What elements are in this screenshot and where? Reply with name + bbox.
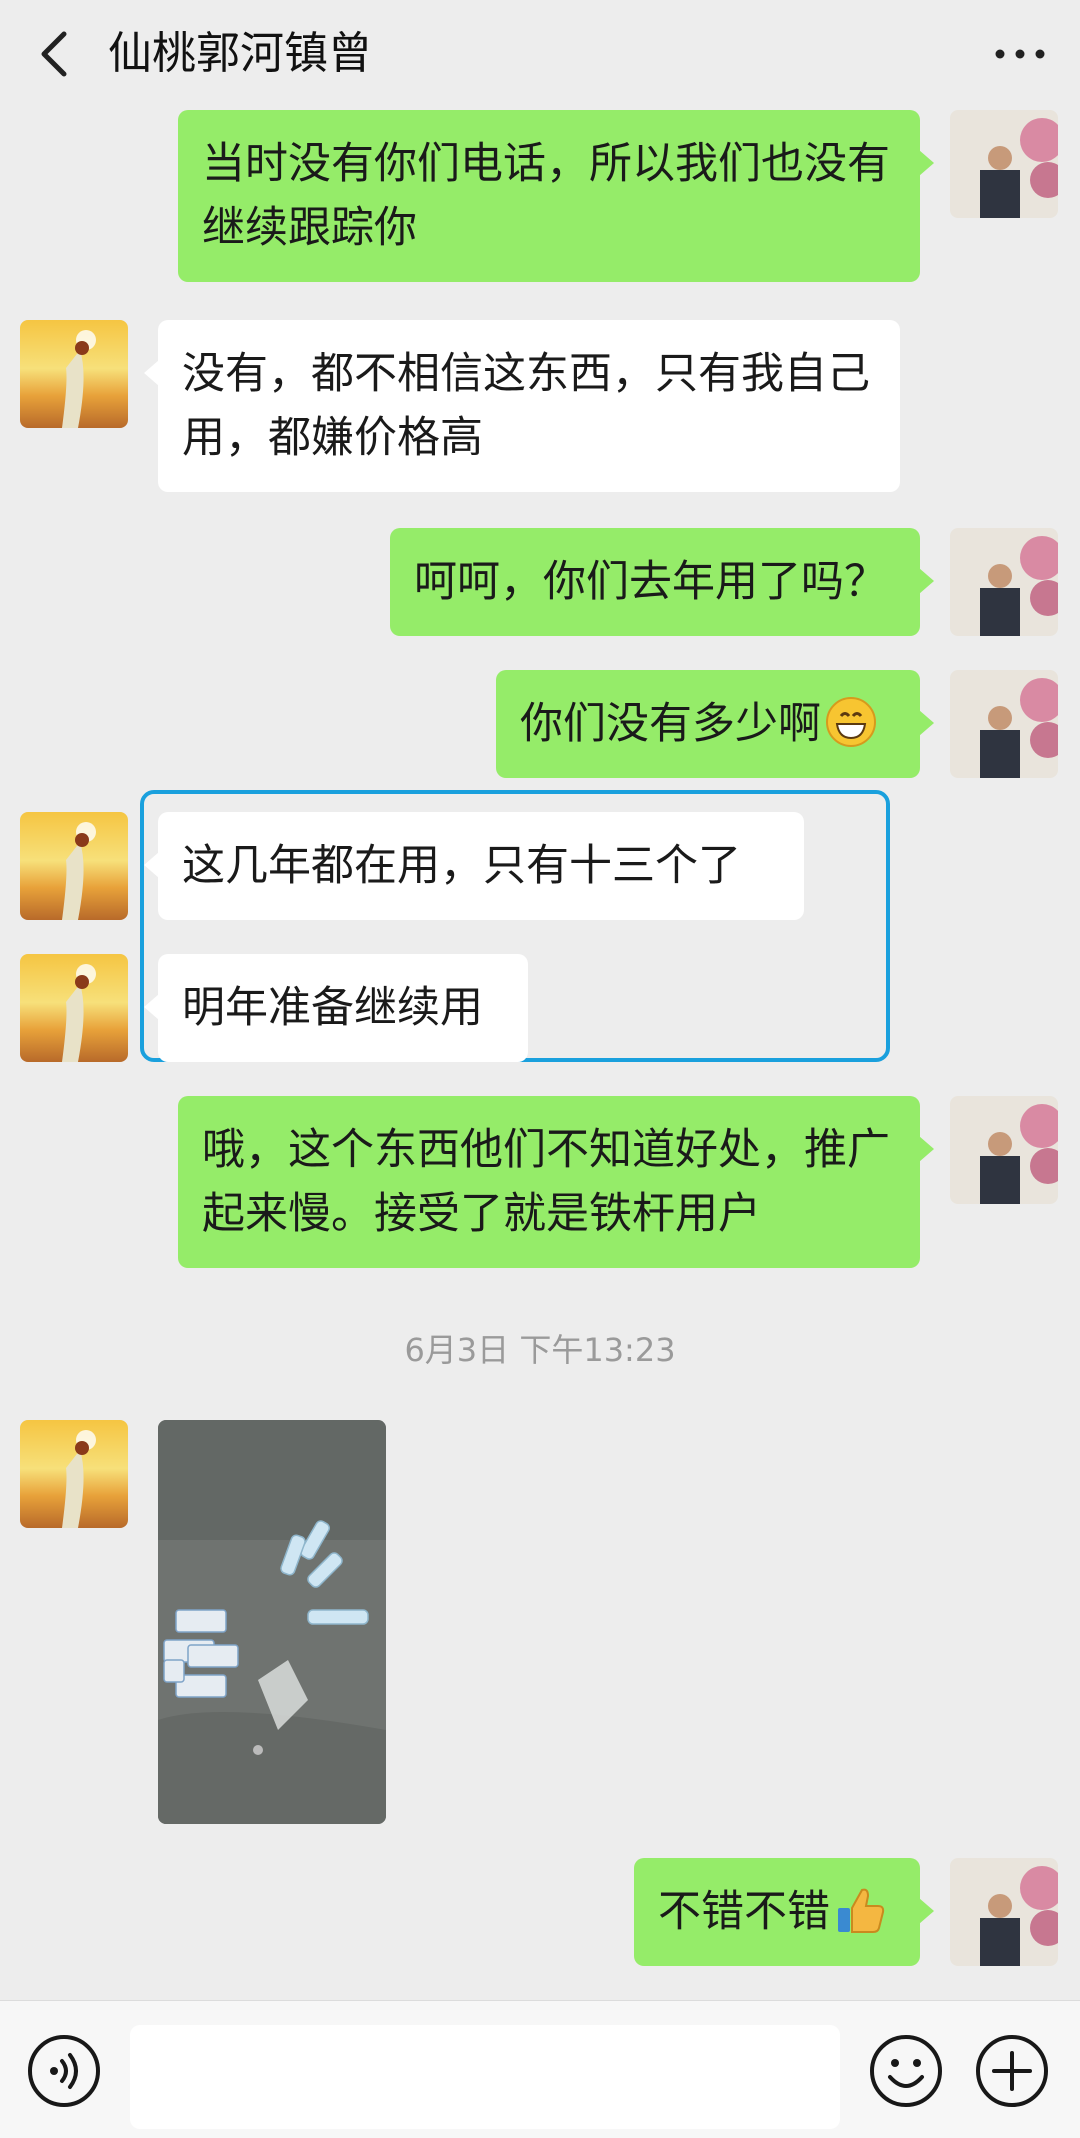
message-bubble[interactable]: 当时没有你们电话，所以我们也没有继续跟踪你	[178, 110, 934, 282]
message-bubble[interactable]: 呵呵，你们去年用了吗？	[390, 528, 934, 636]
input-bar	[0, 2000, 1080, 2138]
message-bubble[interactable]: 明年准备继续用	[144, 954, 528, 1062]
message-input[interactable]	[130, 2025, 840, 2129]
my-avatar[interactable]	[950, 528, 1058, 636]
my-avatar[interactable]	[950, 1096, 1058, 1204]
contact-avatar[interactable]	[20, 320, 128, 428]
message-text: 不错不错	[658, 1887, 830, 1937]
thumbs-up-emoji	[838, 1888, 885, 1933]
shared-photo[interactable]	[158, 1420, 386, 1824]
message-bubble[interactable]: 哦，这个东西他们不知道好处，推广起来慢。接受了就是铁杆用户	[178, 1096, 934, 1268]
my-avatar[interactable]	[950, 1858, 1058, 1966]
emoji-icon[interactable]	[868, 2033, 944, 2109]
chevron-left-icon[interactable]	[32, 22, 76, 86]
contact-avatar[interactable]	[20, 954, 128, 1062]
plus-icon[interactable]	[974, 2033, 1050, 2109]
chat-header: 仙桃郭河镇曾	[0, 0, 1080, 108]
message-bubble[interactable]: 这几年都在用，只有十三个了	[144, 812, 804, 920]
message-text: 你们没有多少啊	[520, 699, 821, 749]
grinning-face-emoji	[826, 697, 876, 747]
voice-icon[interactable]	[26, 2033, 102, 2109]
message-bubble[interactable]: 不错不错	[634, 1858, 934, 1966]
contact-avatar[interactable]	[20, 812, 128, 920]
more-dots-icon[interactable]	[990, 30, 1050, 78]
message-bubble[interactable]: 你们没有多少啊	[496, 670, 934, 778]
my-avatar[interactable]	[950, 670, 1058, 778]
chat-title: 仙桃郭河镇曾	[108, 28, 372, 79]
my-avatar[interactable]	[950, 110, 1058, 218]
contact-avatar[interactable]	[20, 1420, 128, 1528]
chat-timestamp: 6月3日 下午13:23	[404, 1331, 676, 1369]
message-bubble[interactable]: 没有，都不相信这东西，只有我自己用，都嫌价格高	[144, 320, 900, 492]
